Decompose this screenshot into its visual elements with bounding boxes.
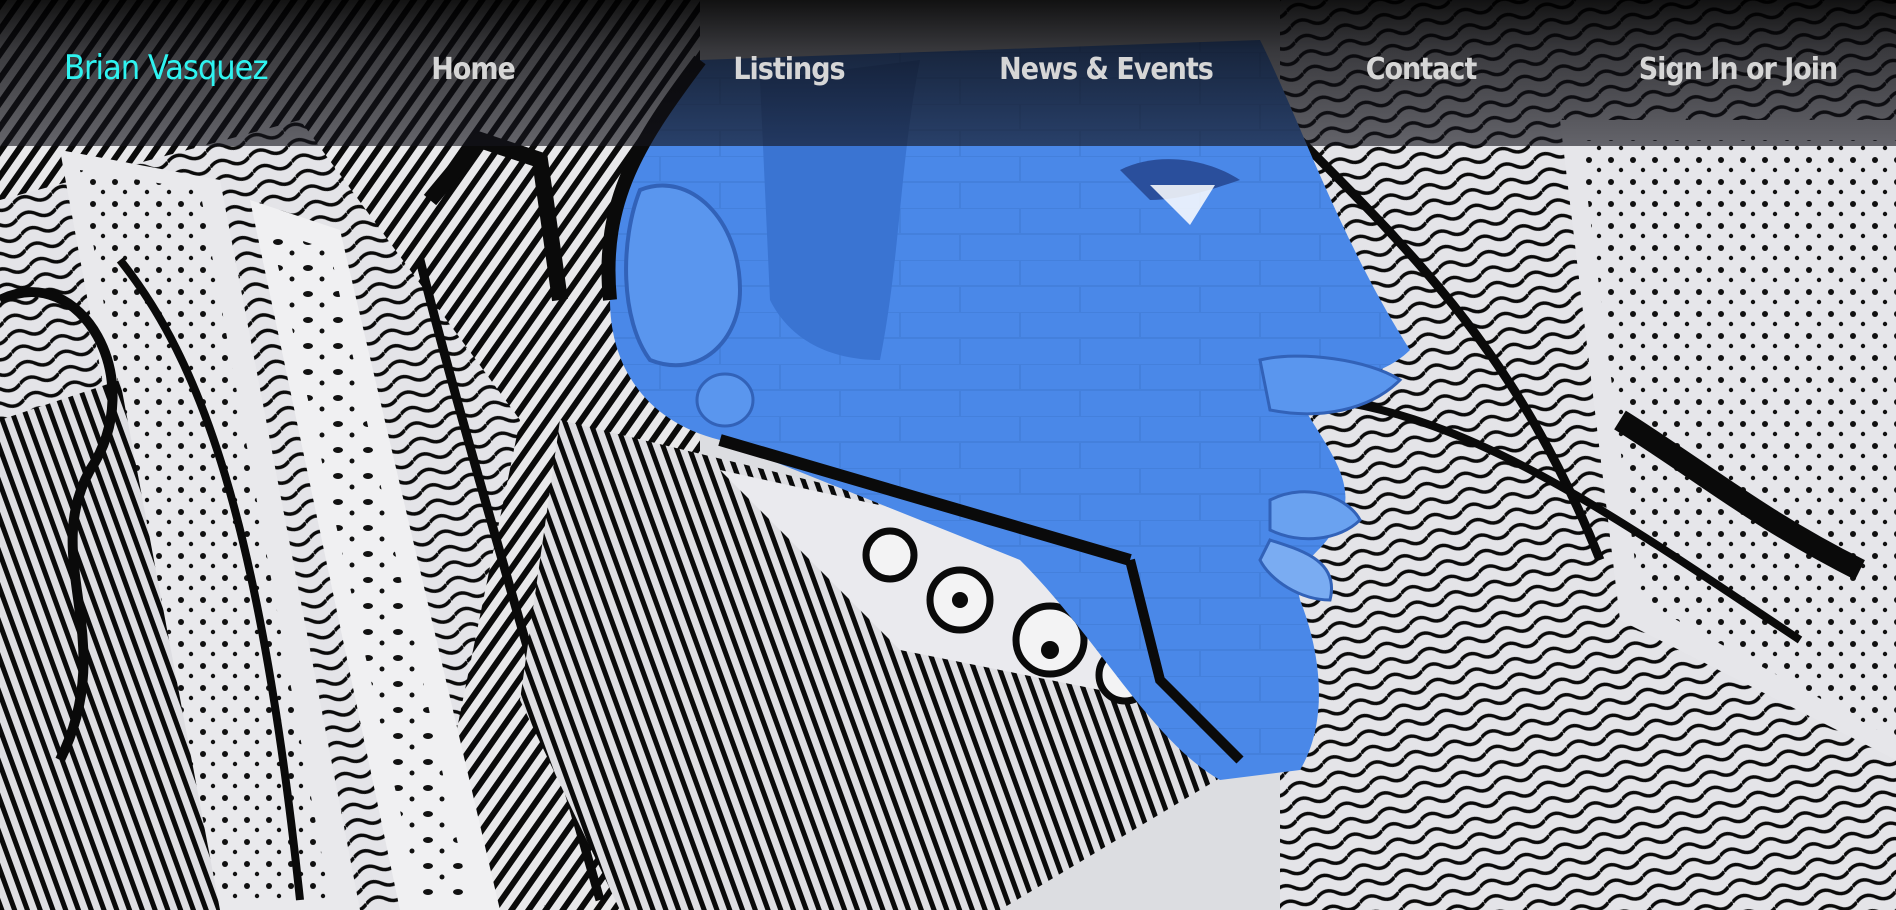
top-navigation-bar: Brian Vasquez Home Listings News & Event… xyxy=(0,0,1896,146)
nav-news-events-link[interactable]: News & Events xyxy=(999,52,1214,87)
nav-home-link[interactable]: Home xyxy=(431,52,516,87)
nav-listings-link[interactable]: Listings xyxy=(733,52,845,87)
brand-logo-link[interactable]: Brian Vasquez xyxy=(64,48,269,88)
page: Brian Vasquez Home Listings News & Event… xyxy=(0,0,1896,910)
nav-contact-link[interactable]: Contact xyxy=(1366,52,1478,87)
nav-sign-in-link[interactable]: Sign In or Join xyxy=(1639,52,1839,87)
